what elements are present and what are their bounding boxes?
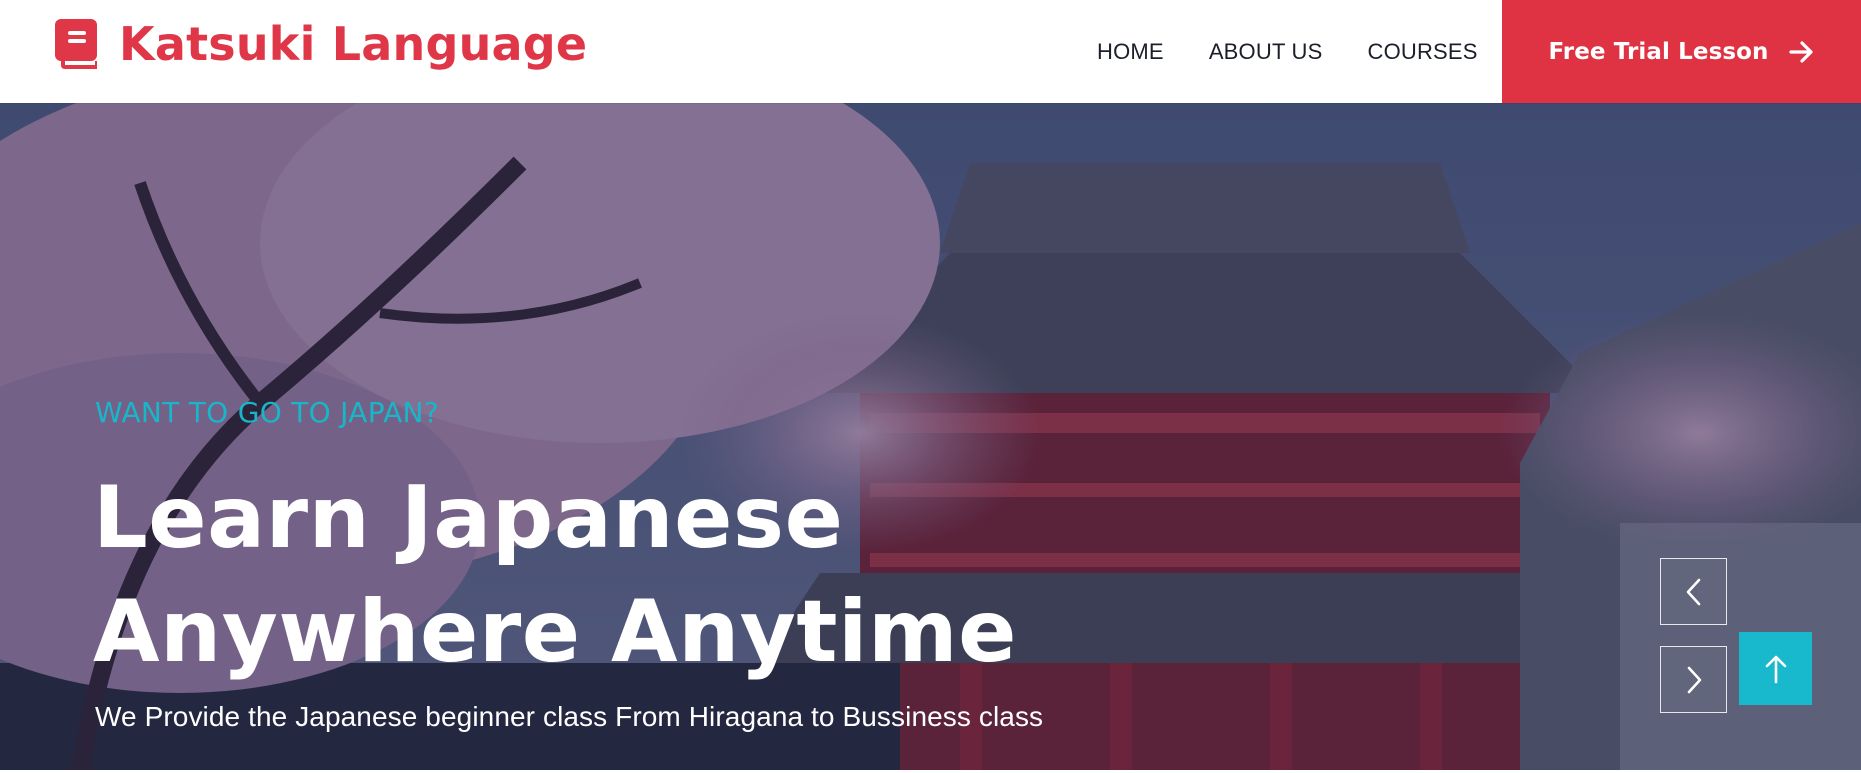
hero-title-line1: Learn Japanese xyxy=(93,468,844,568)
slider-prev-button[interactable] xyxy=(1660,558,1727,625)
hero-title-line2: Anywhere Anytime xyxy=(93,582,1017,682)
main-nav: HOME ABOUT US COURSES xyxy=(1097,0,1478,103)
hero-title: Learn Japanese Anywhere Anytime xyxy=(93,461,1093,689)
arrow-right-icon xyxy=(1788,40,1813,63)
back-to-top-button[interactable] xyxy=(1739,632,1812,705)
chevron-right-icon xyxy=(1687,666,1701,693)
hero-subtitle: We Provide the Japanese beginner class F… xyxy=(95,701,1044,732)
nav-home[interactable]: HOME xyxy=(1097,39,1164,65)
book-icon xyxy=(55,19,97,69)
slider-next-button[interactable] xyxy=(1660,646,1727,713)
brand-logo[interactable]: Katsuki Language xyxy=(55,19,587,69)
free-trial-button[interactable]: Free Trial Lesson xyxy=(1502,0,1861,103)
chevron-left-icon xyxy=(1686,578,1700,605)
hero-eyebrow: WANT TO GO TO JAPAN? xyxy=(95,396,439,429)
brand-name: Katsuki Language xyxy=(119,17,588,71)
hero-slider: WANT TO GO TO JAPAN? Learn Japanese Anyw… xyxy=(0,103,1861,773)
nav-courses[interactable]: COURSES xyxy=(1367,39,1477,65)
nav-about-us[interactable]: ABOUT US xyxy=(1209,39,1323,65)
free-trial-label: Free Trial Lesson xyxy=(1548,38,1769,65)
arrow-up-icon xyxy=(1765,655,1786,683)
site-header: Katsuki Language HOME ABOUT US COURSES F… xyxy=(0,0,1861,103)
